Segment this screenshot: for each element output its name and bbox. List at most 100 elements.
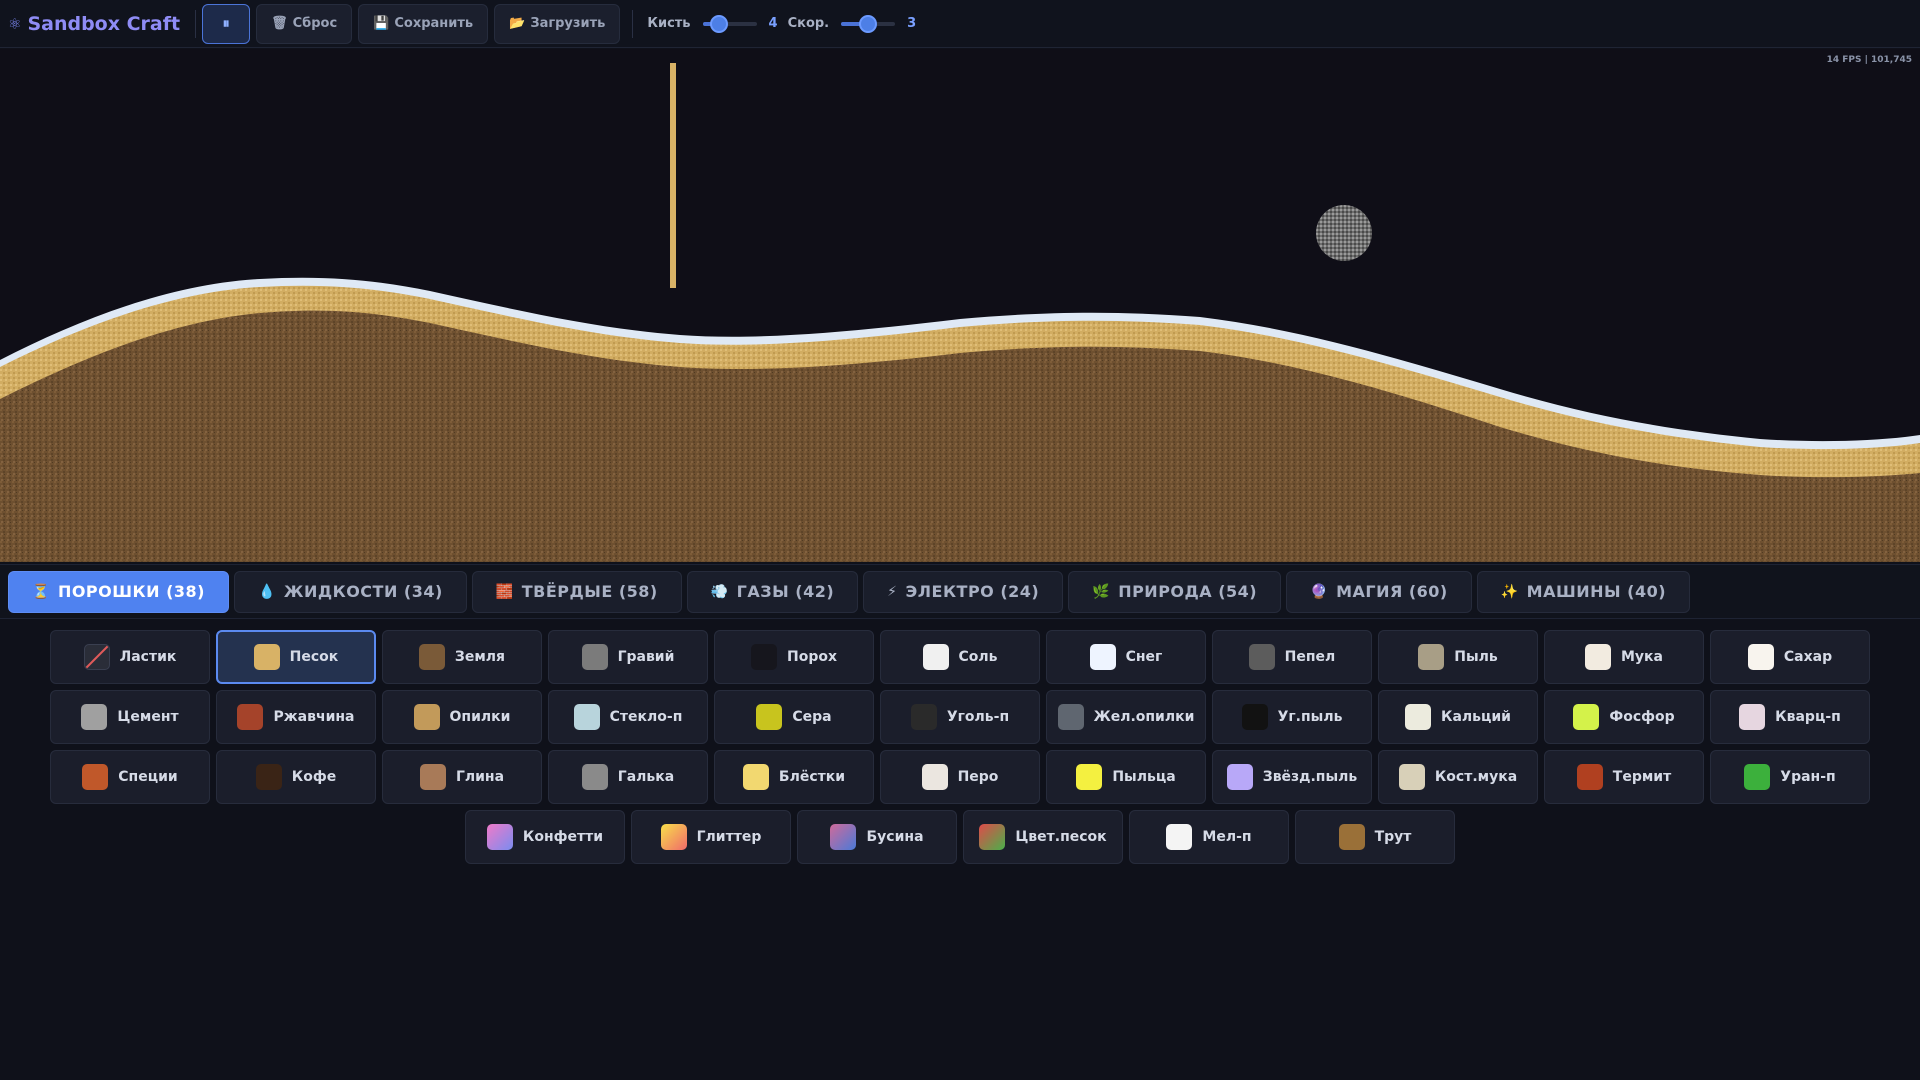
material-label: Стекло-п <box>609 709 683 725</box>
material-swatch <box>1241 704 1268 730</box>
material-button[interactable]: Уг.пыль <box>1212 690 1372 744</box>
material-button[interactable]: Бусина <box>797 810 957 864</box>
tab-powders[interactable]: ⏳ ПОРОШКИ (38) <box>8 570 229 613</box>
open-folder-icon: 📂 <box>509 16 526 31</box>
material-swatch <box>1166 824 1193 850</box>
smoke-cloud <box>1316 205 1372 261</box>
material-button[interactable]: Снег <box>1046 630 1206 684</box>
material-button[interactable]: Пепел <box>1212 630 1372 684</box>
material-button[interactable]: Галька <box>548 750 708 804</box>
brush-label: Кисть <box>647 16 691 31</box>
material-label: Глина <box>455 769 505 785</box>
speed-slider-knob[interactable] <box>859 14 878 33</box>
tab-gases[interactable]: 💨 ГАЗЫ (42) <box>686 570 859 613</box>
load-button[interactable]: 📂 Загрузить <box>494 3 621 44</box>
tab-machines[interactable]: ✨ МАШИНЫ (40) <box>1476 570 1691 613</box>
tab-magic[interactable]: 🔮 МАГИЯ (60) <box>1286 570 1472 613</box>
material-swatch <box>255 764 282 790</box>
material-button[interactable]: Термит <box>1544 750 1704 804</box>
material-button[interactable]: Жел.опилки <box>1046 690 1206 744</box>
material-label: Пыльца <box>1112 769 1176 785</box>
material-button[interactable]: Порох <box>714 630 874 684</box>
pause-icon: ⏸ <box>222 15 230 32</box>
material-label: Земля <box>454 649 506 665</box>
material-swatch <box>756 704 783 730</box>
tab-label: ПОРОШКИ (38) <box>57 582 205 601</box>
tab-liquids[interactable]: 💧 ЖИДКОСТИ (34) <box>233 570 467 613</box>
material-button[interactable]: Пыльца <box>1046 750 1206 804</box>
brush-slider-knob[interactable] <box>709 14 728 33</box>
material-button[interactable]: Уголь-п <box>880 690 1040 744</box>
material-button[interactable]: Конфетти <box>465 810 625 864</box>
brush-size-slider[interactable] <box>702 14 757 33</box>
tab-solids[interactable]: 🧱 ТВЁРДЫЕ (58) <box>471 570 682 613</box>
material-swatch <box>1584 644 1611 670</box>
material-button[interactable]: Кварц-п <box>1710 690 1870 744</box>
material-button[interactable]: Кофе <box>216 750 376 804</box>
material-button[interactable]: Мел-п <box>1129 810 1289 864</box>
tab-label: ЭЛЕКТРО (24) <box>905 582 1040 601</box>
material-button[interactable]: Специи <box>50 750 210 804</box>
material-swatch <box>1744 764 1771 790</box>
material-swatch <box>830 824 857 850</box>
material-button[interactable]: Земля <box>382 630 542 684</box>
material-button[interactable]: Кост.мука <box>1378 750 1538 804</box>
material-label: Бусина <box>866 829 924 845</box>
material-button[interactable]: Звёзд.пыль <box>1212 750 1372 804</box>
material-swatch <box>82 764 109 790</box>
material-button[interactable]: Ластик <box>50 630 210 684</box>
material-label: Порох <box>786 649 837 665</box>
material-button[interactable]: Ржавчина <box>216 690 376 744</box>
material-button[interactable]: Фосфор <box>1544 690 1704 744</box>
app-title: Sandbox Craft <box>27 12 181 35</box>
material-button[interactable]: Стекло-п <box>548 690 708 744</box>
tab-label: ГАЗЫ (42) <box>736 582 835 601</box>
lightning-icon: ⚡ <box>887 583 898 600</box>
reset-button[interactable]: 🗑 Сброс <box>256 3 353 44</box>
material-button[interactable]: Трут <box>1295 810 1455 864</box>
material-button[interactable]: Перо <box>880 750 1040 804</box>
material-swatch <box>81 704 108 730</box>
material-button[interactable]: Мука <box>1544 630 1704 684</box>
tab-nature[interactable]: 🌿 ПРИРОДА (54) <box>1068 570 1282 613</box>
material-button[interactable]: Соль <box>880 630 1040 684</box>
material-button[interactable]: Блёстки <box>714 750 874 804</box>
speed-slider[interactable] <box>841 14 896 33</box>
material-button[interactable]: Гравий <box>548 630 708 684</box>
material-button[interactable]: Кальций <box>1378 690 1538 744</box>
material-button[interactable]: Цвет.песок <box>963 810 1123 864</box>
material-swatch <box>418 644 445 670</box>
material-swatch <box>486 824 513 850</box>
tab-label: ПРИРОДА (54) <box>1118 582 1258 601</box>
pause-button[interactable]: ⏸ <box>202 3 251 44</box>
material-button[interactable]: Опилки <box>382 690 542 744</box>
material-label: Цвет.песок <box>1015 829 1107 845</box>
material-button[interactable]: Пыль <box>1378 630 1538 684</box>
material-button[interactable]: Глиттер <box>631 810 791 864</box>
material-button[interactable]: Сера <box>714 690 874 744</box>
material-swatch <box>237 704 264 730</box>
material-button[interactable]: Сахар <box>1710 630 1870 684</box>
material-swatch <box>922 644 949 670</box>
toolbar-divider <box>632 9 634 38</box>
material-label: Соль <box>958 649 998 665</box>
material-label: Сера <box>792 709 832 725</box>
top-toolbar: ⚛ Sandbox Craft ⏸ 🗑 Сброс 💾 Сохранить 📂 … <box>0 0 1920 48</box>
material-swatch <box>1576 764 1603 790</box>
material-label: Блёстки <box>778 769 846 785</box>
material-swatch <box>253 644 280 670</box>
material-button[interactable]: Уран-п <box>1710 750 1870 804</box>
material-swatch <box>581 764 608 790</box>
material-button[interactable]: Цемент <box>50 690 210 744</box>
save-button[interactable]: 💾 Сохранить <box>358 3 489 44</box>
simulation-canvas[interactable]: 14 FPS | 101,745 <box>0 49 1920 562</box>
material-swatch <box>413 704 440 730</box>
material-button[interactable]: Глина <box>382 750 542 804</box>
tab-electro[interactable]: ⚡ ЭЛЕКТРО (24) <box>863 570 1064 613</box>
material-swatch <box>1747 644 1774 670</box>
wind-icon: 💨 <box>710 583 729 600</box>
material-label: Кост.мука <box>1434 769 1518 785</box>
material-swatch <box>1739 704 1766 730</box>
material-button[interactable]: Песок <box>216 630 376 684</box>
brush-value: 4 <box>768 16 778 31</box>
